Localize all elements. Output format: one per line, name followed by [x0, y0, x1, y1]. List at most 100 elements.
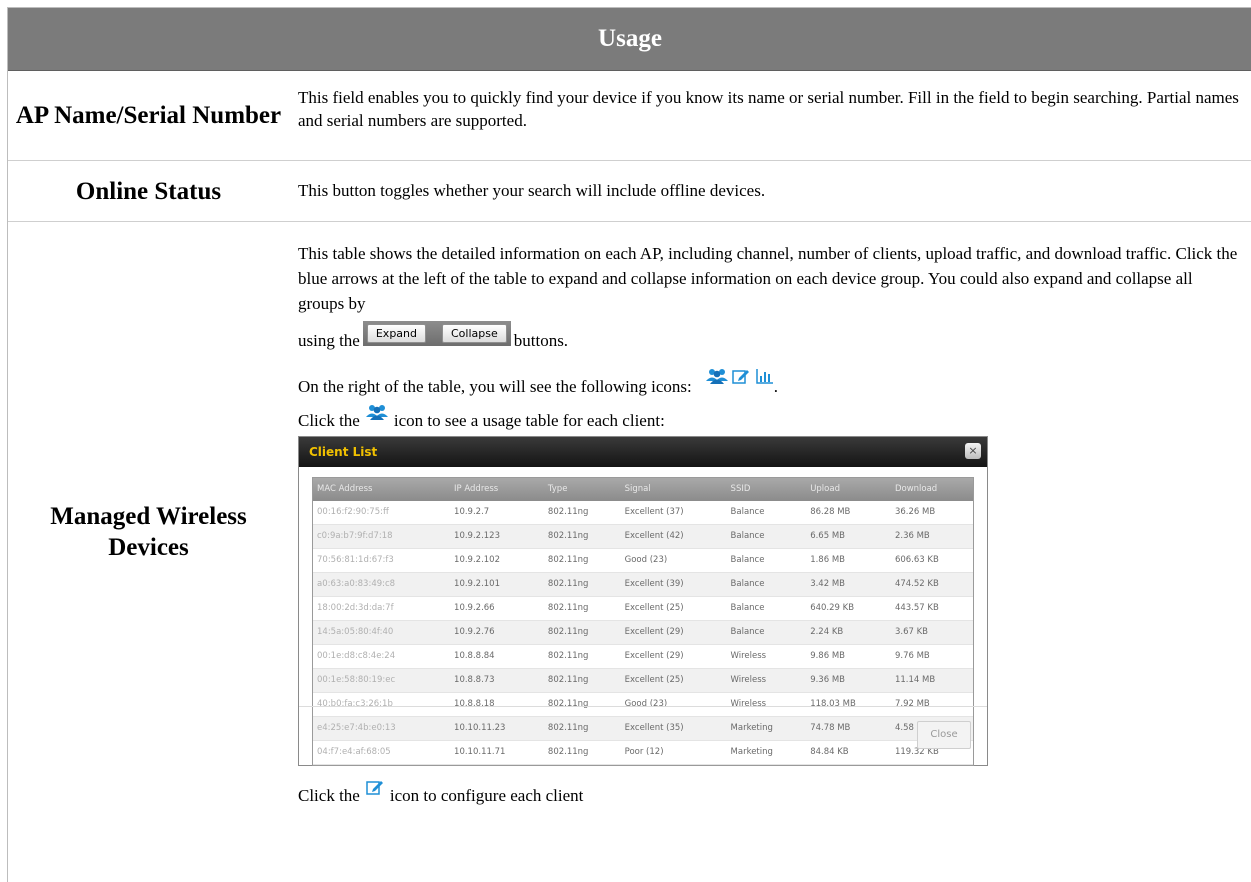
table-row[interactable]: 18:00:2d:3d:da:7f 10.9.2.66 802.11ng Excell… [313, 596, 973, 621]
row-managed-wireless-devices: Managed Wireless Devices This table show… [8, 222, 1251, 882]
table-cell: Excellent (37) [620, 501, 727, 525]
dialog-title: Client List [299, 437, 987, 467]
table-cell: 802.11ng [543, 596, 621, 621]
users-icon [365, 403, 388, 426]
row-description: This table shows the detailed informatio… [289, 222, 1251, 882]
table-cell: 802.11ng [543, 548, 621, 573]
table-cell: Good (23) [620, 548, 727, 573]
table-cell: 10.8.8.84 [450, 644, 544, 669]
buttons-suffix-text: buttons. [513, 331, 569, 350]
table-cell: 9.36 MB [806, 668, 891, 693]
table-cell: Excellent (39) [620, 572, 727, 597]
client-table-header: MAC Address IP Address Type Signal SSID Uploa… [313, 478, 973, 501]
dialog-footer: Close [299, 706, 987, 765]
table-cell: 00:1e:58:80:19:ec [313, 668, 451, 693]
clients-icon-line: Click the icon to see a usage table for … [298, 403, 1242, 432]
table-cell: 14:5a:05:80:4f:40 [313, 620, 451, 645]
table-cell: 10.9.2.76 [450, 620, 544, 645]
collapse-button[interactable]: Collapse [442, 324, 507, 343]
table-cell: 2.36 MB [890, 524, 973, 549]
using-the-text: using the [298, 331, 360, 350]
table-cell: Balance [726, 596, 807, 621]
table-cell: a0:63:a0:83:49:c8 [313, 572, 451, 597]
close-button[interactable]: Close [917, 721, 971, 749]
table-cell: 6.65 MB [806, 524, 891, 549]
row-label: Managed Wireless Devices [50, 503, 247, 561]
row-label: AP Name/Serial Number [15, 102, 282, 129]
column-header[interactable]: Signal [620, 478, 727, 501]
table-cell: 802.11ng [543, 524, 621, 549]
icons-text: On the right of the table, you will see … [298, 377, 692, 396]
table-cell: Balance [726, 501, 807, 525]
table-cell: Excellent (25) [620, 596, 727, 621]
table-cell: 9.76 MB [890, 644, 973, 669]
table-cell: 11.14 MB [890, 668, 973, 693]
table-row[interactable]: 00:16:f2:90:75:ff 10.9.2.7 802.11ng Excelle… [313, 501, 973, 525]
table-cell: Balance [726, 572, 807, 597]
table-row[interactable]: 70:56:81:1d:67:f3 10.9.2.102 802.11ng Good … [313, 548, 973, 573]
column-header[interactable]: MAC Address [313, 478, 451, 501]
table-cell: Excellent (29) [620, 620, 727, 645]
clients-suffix-text: icon to see a usage table for each clien… [393, 411, 665, 430]
table-cell: 802.11ng [543, 501, 621, 525]
table-cell: 802.11ng [543, 572, 621, 597]
table-cell: Excellent (29) [620, 644, 727, 669]
table-row[interactable]: 00:1e:58:80:19:ec 10.8.8.73 802.11ng Excell… [313, 668, 973, 693]
client-list-dialog: Client List × MAC Address IP Address Type S… [298, 436, 988, 766]
close-icon[interactable]: × [965, 443, 981, 459]
table-cell: Wireless [726, 668, 807, 693]
table-row[interactable]: 14:5a:05:80:4f:40 10.9.2.76 802.11ng Excell… [313, 620, 973, 645]
using-buttons-line: using the Expand Collapse buttons. [298, 321, 1242, 352]
table-cell: 802.11ng [543, 668, 621, 693]
table-cell: 00:16:f2:90:75:ff [313, 501, 451, 525]
table-cell: 9.86 MB [806, 644, 891, 669]
bar-chart-icon [756, 367, 774, 390]
column-header[interactable]: Download [890, 478, 973, 501]
table-cell: 10.8.8.73 [450, 668, 544, 693]
table-cell: 1.86 MB [806, 548, 891, 573]
column-header[interactable]: IP Address [450, 478, 544, 501]
column-header[interactable]: SSID [726, 478, 807, 501]
row-ap-name: AP Name/Serial Number This field enables… [8, 71, 1251, 161]
table-cell: 10.9.2.123 [450, 524, 544, 549]
table-cell: 2.24 KB [806, 620, 891, 645]
row-online-status: Online Status This button toggles whethe… [8, 161, 1251, 222]
column-header[interactable]: Type [543, 478, 621, 501]
click-the-text: Click the [298, 786, 360, 805]
row-description: This button toggles whether your search … [298, 180, 766, 200]
table-row[interactable]: a0:63:a0:83:49:c8 10.9.2.101 802.11ng Excel… [313, 572, 973, 597]
table-cell: 10.9.2.102 [450, 548, 544, 573]
table-cell: 10.9.2.66 [450, 596, 544, 621]
table-cell: 18:00:2d:3d:da:7f [313, 596, 451, 621]
icons-line: On the right of the table, you will see … [298, 368, 1242, 398]
expand-collapse-buttons: Expand Collapse [362, 321, 511, 346]
table-cell: c0:9a:b7:9f:d7:18 [313, 524, 451, 549]
table-cell: 86.28 MB [806, 501, 891, 525]
table-cell: 443.57 KB [890, 596, 973, 621]
configure-icon-line: Click the icon to configure each client [298, 778, 1242, 807]
table-cell: 474.52 KB [890, 572, 973, 597]
row-description: This field enables you to quickly find y… [298, 88, 1239, 130]
table-cell: Wireless [726, 644, 807, 669]
table-row[interactable]: c0:9a:b7:9f:d7:18 10.9.2.123 802.11ng Excel… [313, 524, 973, 549]
table-cell: Balance [726, 548, 807, 573]
click-the-text: Click the [298, 411, 360, 430]
expand-button[interactable]: Expand [366, 324, 426, 343]
table-cell: 3.42 MB [806, 572, 891, 597]
table-cell: Excellent (42) [620, 524, 727, 549]
configure-suffix-text: icon to configure each client [389, 786, 584, 805]
table-cell: 606.63 KB [890, 548, 973, 573]
table-cell: 70:56:81:1d:67:f3 [313, 548, 451, 573]
table-cell: Balance [726, 620, 807, 645]
intro-paragraph: This table shows the detailed informatio… [298, 244, 1238, 313]
column-header[interactable]: Upload [806, 478, 891, 501]
table-cell: Balance [726, 524, 807, 549]
table-cell: 802.11ng [543, 620, 621, 645]
table-cell: Excellent (25) [620, 668, 727, 693]
users-icon [705, 367, 728, 390]
table-cell: 10.9.2.7 [450, 501, 544, 525]
table-row[interactable]: 00:1e:d8:c8:4e:24 10.8.8.84 802.11ng Excell… [313, 644, 973, 669]
table-title: Usage [8, 8, 1251, 71]
row-label: Online Status [75, 177, 222, 205]
table-cell: 10.9.2.101 [450, 572, 544, 597]
